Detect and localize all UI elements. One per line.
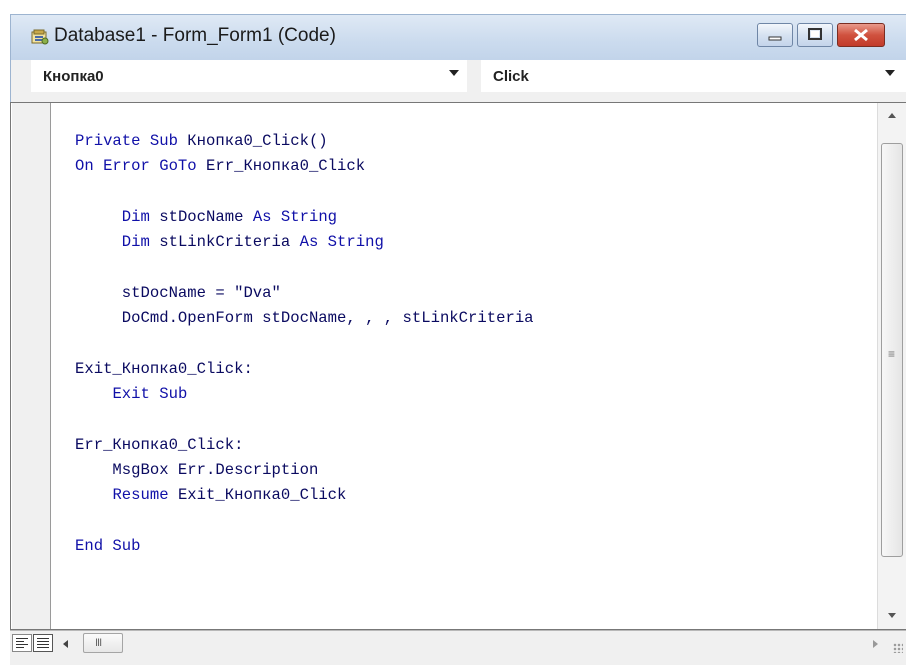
code-line[interactable]: On Error GoTo Err_Кнопка0_Click [75,154,534,179]
code-token: MsgBox Err.Description [75,460,319,479]
code-line[interactable] [75,180,534,205]
code-editor[interactable]: Private Sub Кнопка0_Click() On Error GoTo… [10,102,906,630]
minimize-button[interactable] [757,23,793,47]
procedure-combo-value: Click [493,68,529,85]
maximize-button[interactable] [797,23,833,47]
scroll-right-icon[interactable] [873,640,878,648]
chevron-down-icon[interactable] [449,70,459,76]
close-button[interactable] [837,23,885,47]
code-toolbar: Кнопка0 Click [10,60,906,102]
grip-icon: ≡ [888,347,896,361]
code-keyword: End Sub [75,536,141,555]
code-keyword: Dim [121,207,160,226]
code-token: Err_Кнопка0_Click: [75,435,244,454]
chevron-down-icon[interactable] [885,70,895,76]
vertical-scrollbar[interactable]: ≡ [877,103,906,629]
procedure-view-button[interactable] [12,634,32,652]
full-module-view-button[interactable] [33,634,53,652]
code-token: Кнопка0_Click() [187,132,328,150]
code-keyword: Exit Sub [112,384,188,403]
resize-grip-icon[interactable] [893,643,903,653]
scroll-left-icon[interactable] [63,640,68,648]
code-line[interactable]: Err_Кнопка0_Click: [75,433,534,458]
procedure-combo[interactable]: Click [481,60,906,92]
database-form-icon [31,29,49,45]
code-line[interactable]: End Sub [75,534,534,559]
code-line[interactable] [75,407,534,432]
title-bar[interactable]: Database1 - Form_Form1 (Code) [10,14,906,60]
object-combo-value: Кнопка0 [43,68,104,85]
code-line[interactable]: MsgBox Err.Description [75,458,534,483]
code-line[interactable]: Dim stLinkCriteria As String [75,230,534,255]
maximize-icon [808,28,822,40]
code-token: DoCmd.OpenForm stDocName, , , stLinkCrit… [75,309,534,328]
scroll-up-icon[interactable] [888,113,896,118]
view-bar: III [10,630,906,665]
grip-icon: III [95,637,102,649]
code-window: Database1 - Form_Form1 (Code) Кнопка0 Cl… [0,0,906,665]
horizontal-scroll-thumb[interactable]: III [83,633,123,653]
code-line[interactable]: DoCmd.OpenForm stDocName, , , stLinkCrit… [75,306,534,331]
code-line[interactable]: stDocName = "Dva" [75,281,534,306]
vertical-scroll-thumb[interactable]: ≡ [881,143,903,557]
code-line[interactable] [75,508,534,533]
code-keyword: As String [299,233,384,252]
code-keyword: Resume [112,486,178,505]
code-keyword: Private Sub [75,132,188,150]
code-token: Err_Кнопка0_Click [206,157,366,176]
object-combo[interactable]: Кнопка0 [31,60,467,92]
window-title: Database1 - Form_Form1 (Code) [54,25,336,46]
close-icon [854,28,868,42]
code-keyword: On Error GoTo [75,157,207,176]
code-token: Exit_Кнопка0_Click: [75,359,253,378]
code-keyword: As String [252,207,338,226]
code-line[interactable] [75,331,534,356]
code-token: stLinkCriteria [159,233,300,252]
code-token: Exit_Кнопка0_Click [177,486,347,505]
code-line[interactable]: Private Sub Кнопка0_Click() [75,129,534,154]
code-text[interactable]: Private Sub Кнопка0_Click() On Error GoTo… [75,129,534,559]
code-line[interactable] [75,255,534,280]
code-token: stDocName [159,207,253,226]
minimize-icon [768,36,782,41]
code-line[interactable]: Exit Sub [75,382,534,407]
code-token: stDocName = "Dva" [75,283,281,302]
code-line[interactable]: Resume Exit_Кнопка0_Click [75,483,534,508]
scroll-down-icon[interactable] [888,613,896,618]
code-line[interactable]: Dim stDocName As String [75,205,534,230]
margin-indicator-bar[interactable] [12,103,51,629]
code-line[interactable]: Exit_Кнопка0_Click: [75,357,534,382]
code-keyword: Dim [121,233,160,252]
